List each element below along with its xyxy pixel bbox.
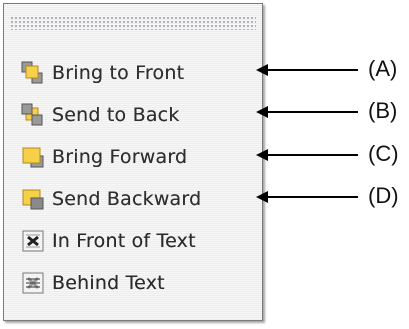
- bring-forward-icon: [22, 147, 44, 168]
- menu-drag-grip[interactable]: [10, 16, 256, 30]
- menu-item-label: In Front of Text: [52, 230, 196, 252]
- bring-to-front-icon: [21, 61, 43, 84]
- callout-arrow-c: [256, 149, 358, 161]
- in-front-of-text-icon: [22, 230, 44, 252]
- menu-item-label: Send Backward: [52, 188, 202, 210]
- menu-item-send-to-back[interactable]: Send to Back: [20, 98, 180, 132]
- callout-label-b: (B): [368, 98, 398, 123]
- menu-item-label: Behind Text: [52, 272, 165, 294]
- menu-item-label: Bring to Front: [52, 62, 185, 84]
- callout-label-d: (D): [368, 183, 399, 208]
- callout-label-c: (C): [368, 141, 399, 166]
- arrange-menu: Bring to Front Send to Back Bring Forwar…: [3, 3, 263, 321]
- menu-item-in-front-of-text[interactable]: In Front of Text: [20, 224, 196, 258]
- menu-item-label: Send to Back: [52, 104, 180, 126]
- send-backward-icon: [22, 189, 44, 210]
- menu-item-bring-forward[interactable]: Bring Forward: [20, 140, 187, 174]
- callout-arrow-d: [256, 191, 358, 203]
- callout-arrow-a: [256, 64, 358, 76]
- callout-arrow-b: [256, 106, 358, 118]
- callout-label-a: (A): [368, 56, 398, 81]
- menu-item-send-backward[interactable]: Send Backward: [20, 182, 201, 216]
- menu-item-bring-to-front[interactable]: Bring to Front: [20, 56, 184, 90]
- send-to-back-icon: [21, 103, 43, 126]
- behind-text-icon: [22, 272, 44, 294]
- menu-item-label: Bring Forward: [52, 146, 188, 168]
- menu-item-behind-text[interactable]: Behind Text: [20, 266, 165, 300]
